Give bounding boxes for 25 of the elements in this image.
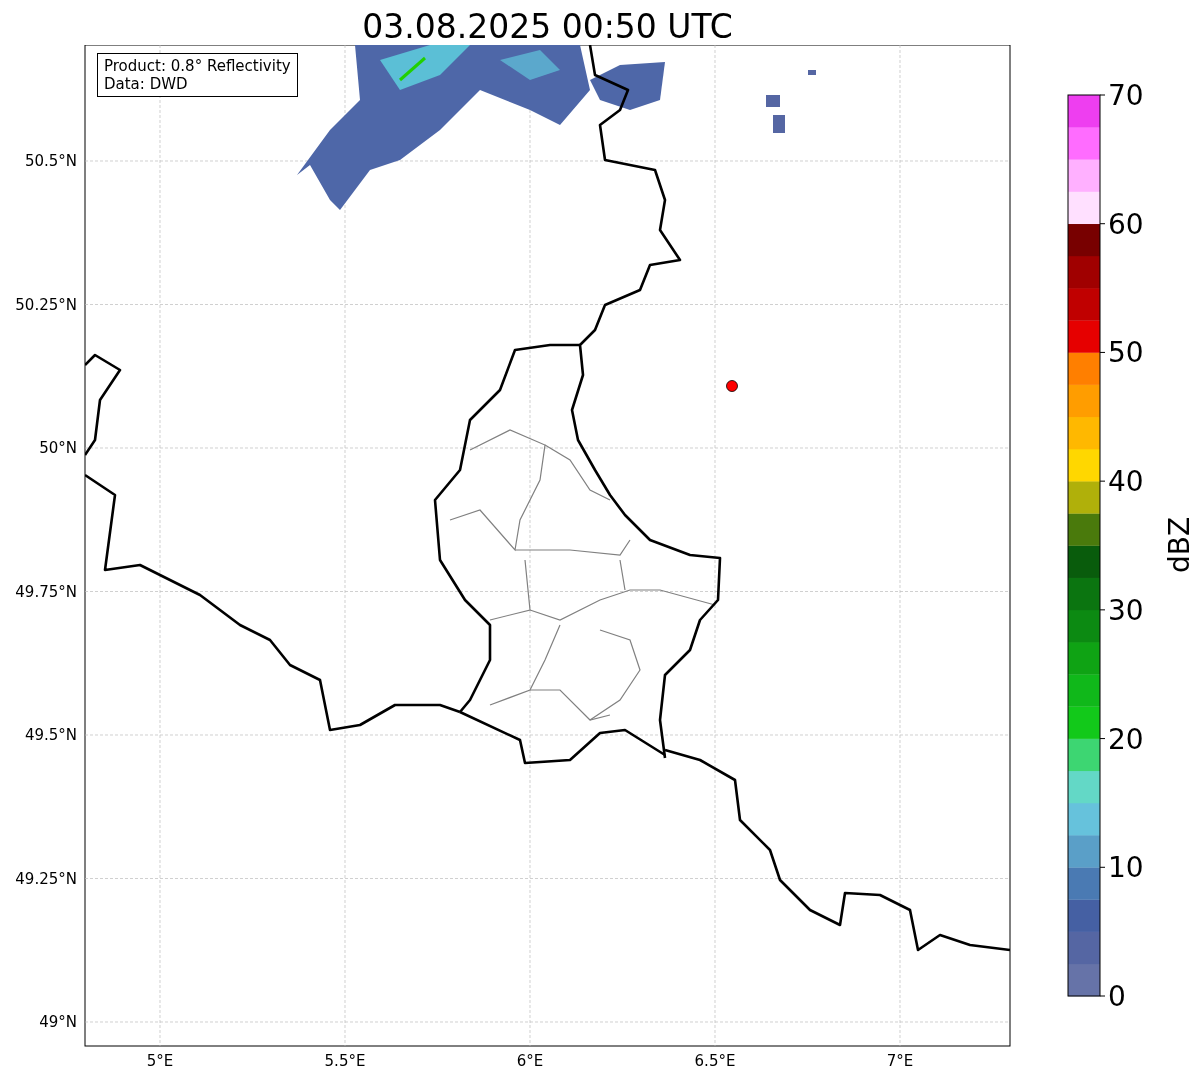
axis-tick-label: 6°E xyxy=(516,1052,544,1070)
colorbar-label: dBZ xyxy=(1163,516,1196,574)
colorbar-tick-label: 40 xyxy=(1108,465,1144,499)
axis-tick-label: 49.25°N xyxy=(15,869,77,888)
colorbar-tick-label: 50 xyxy=(1108,336,1144,370)
axis-tick-label: 50°N xyxy=(39,439,77,457)
info-text: Data: DWD xyxy=(104,75,189,93)
colorbar-tick-label: 0 xyxy=(1108,980,1126,1013)
colorbar-tick-label: 70 xyxy=(1108,79,1144,112)
colorbar-tick-label: 20 xyxy=(1108,722,1144,756)
location-marker xyxy=(726,380,738,392)
info-text: Product: 0.8° Reflectivity xyxy=(104,57,291,75)
axis-tick-label: 5.5°E xyxy=(324,1052,366,1070)
colorbar-tick-label: 30 xyxy=(1108,593,1144,627)
axis-tick-label: 6.5°E xyxy=(694,1052,736,1070)
chart-title: 03.08.2025 00:50 UTC xyxy=(362,8,733,45)
axis-tick-label: 49.75°N xyxy=(15,582,77,601)
axis-tick-label: 50.5°N xyxy=(24,152,77,170)
axis-tick-label: 49°N xyxy=(39,1013,77,1031)
colorbar-tick-label: 10 xyxy=(1108,851,1144,885)
axis-tick-label: 5°E xyxy=(146,1052,174,1070)
axis-tick-label: 7°E xyxy=(886,1052,914,1070)
colorbar-tick-label: 60 xyxy=(1108,207,1144,241)
axis-tick-label: 49.5°N xyxy=(24,726,77,744)
axis-tick-label: 50.25°N xyxy=(15,295,77,314)
